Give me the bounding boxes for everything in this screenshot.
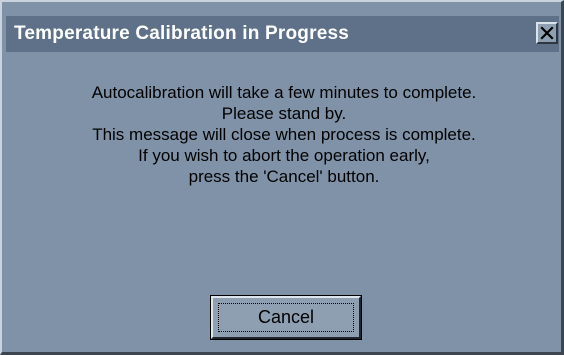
calibration-dialog: Temperature Calibration in Progress Auto… (0, 0, 564, 355)
message-line: If you wish to abort the operation early… (138, 146, 430, 165)
title-bar[interactable]: Temperature Calibration in Progress (6, 16, 559, 52)
cancel-button-label: Cancel (257, 307, 315, 327)
message-line: Autocalibration will take a few minutes … (91, 83, 477, 102)
window-title: Temperature Calibration in Progress (14, 23, 350, 44)
cancel-button[interactable]: Cancel (210, 295, 362, 340)
message-line: press the 'Cancel' button. (188, 167, 380, 186)
message-line: This message will close when process is … (92, 125, 476, 144)
message-line: Please stand by. (221, 104, 347, 123)
message-text: Autocalibration will take a few minutes … (10, 82, 558, 187)
close-icon (540, 26, 554, 40)
close-button[interactable] (536, 22, 558, 44)
